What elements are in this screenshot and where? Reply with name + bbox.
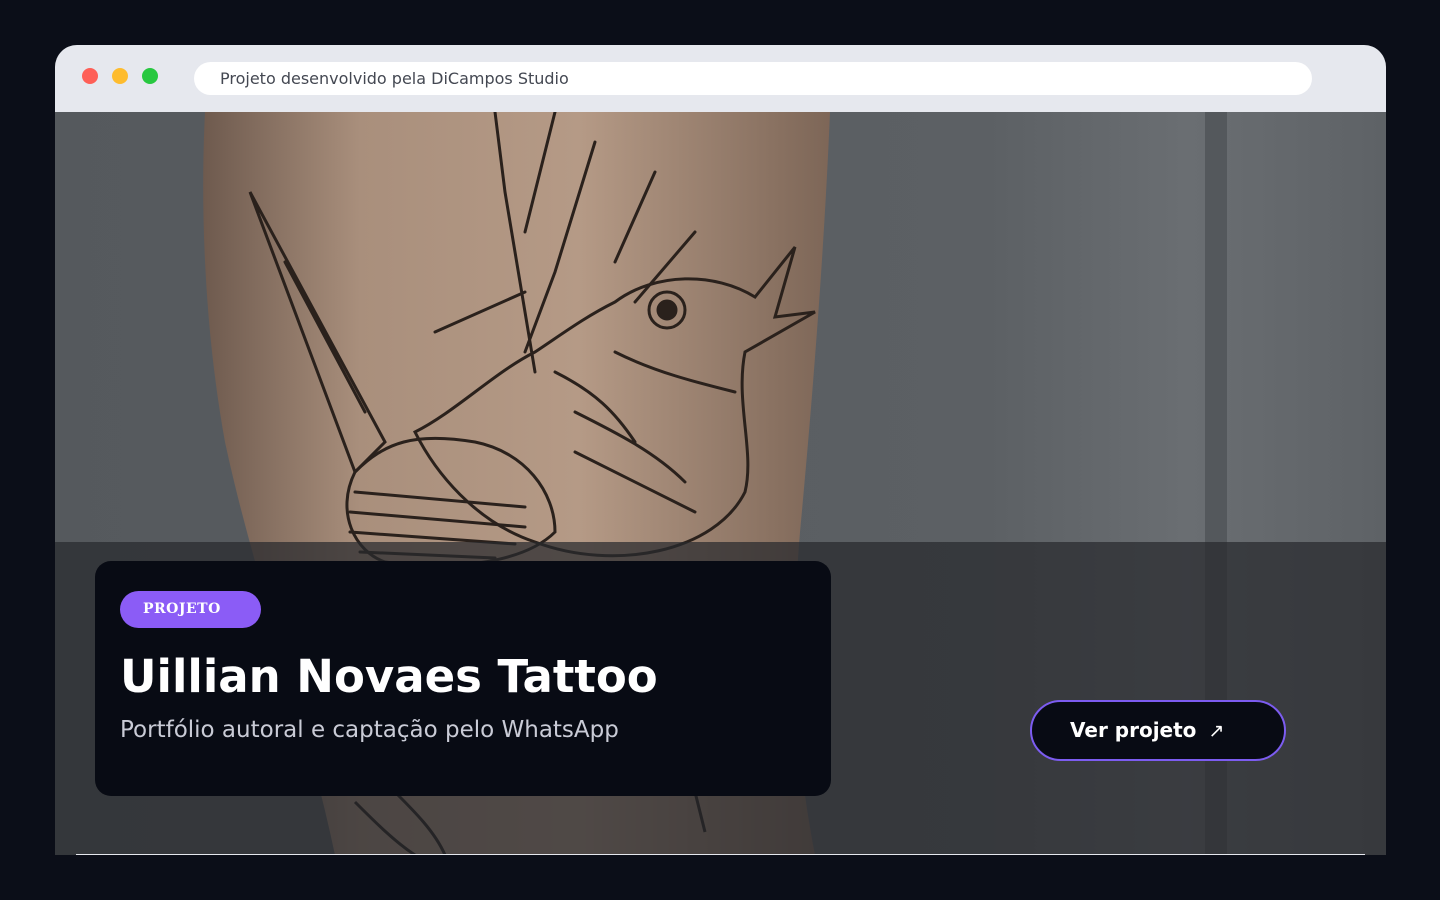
project-badge: PROJETO	[120, 591, 261, 628]
project-card: PROJETO Uillian Novaes Tattoo Portfólio …	[95, 561, 831, 796]
hero-section: PROJETO Uillian Novaes Tattoo Portfólio …	[55, 112, 1386, 855]
bird-pupil	[656, 299, 678, 321]
close-window-button[interactable]	[82, 68, 98, 84]
browser-window: Projeto desenvolvido pela DiCampos Studi…	[55, 45, 1386, 855]
address-bar[interactable]: Projeto desenvolvido pela DiCampos Studi…	[194, 62, 1312, 95]
arrow-up-right-icon: ↗	[1208, 720, 1225, 742]
view-project-label: Ver projeto	[1070, 718, 1197, 742]
maximize-window-button[interactable]	[142, 68, 158, 84]
project-subtitle: Portfólio autoral e captação pelo WhatsA…	[120, 717, 619, 743]
project-title: Uillian Novaes Tattoo	[120, 650, 658, 703]
view-project-button[interactable]: Ver projeto ↗	[1030, 700, 1286, 761]
browser-titlebar: Projeto desenvolvido pela DiCampos Studi…	[55, 45, 1386, 112]
window-bottom-edge	[76, 854, 1365, 855]
minimize-window-button[interactable]	[112, 68, 128, 84]
